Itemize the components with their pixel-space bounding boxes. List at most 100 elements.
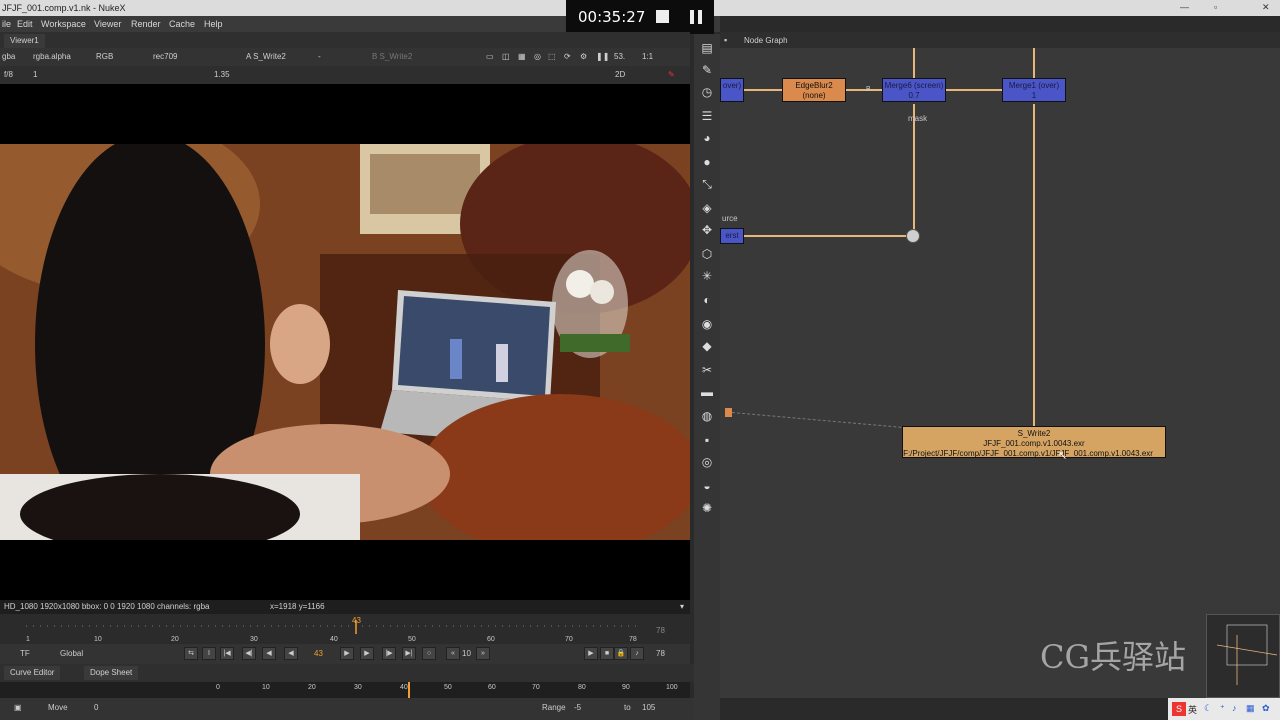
grid-icon[interactable]: ▦: [518, 52, 526, 61]
filter-icon[interactable]: ●: [699, 154, 715, 170]
pause-viewer-icon[interactable]: ❚❚: [596, 52, 609, 61]
node-source[interactable]: erst: [720, 228, 744, 244]
dope-sheet[interactable]: 0 10 20 30 40 50 60 70 80 90 100: [0, 682, 690, 698]
dope-playhead[interactable]: [408, 682, 410, 698]
dot-node[interactable]: [906, 229, 920, 243]
move-select[interactable]: Move: [48, 703, 68, 712]
mic-icon[interactable]: ♪: [1232, 703, 1237, 713]
keyer-icon[interactable]: ⤡: [699, 176, 715, 192]
settings-globe-icon[interactable]: ✺: [699, 500, 715, 516]
range-end-field[interactable]: 105: [642, 703, 655, 712]
first-frame-button[interactable]: |◀: [220, 647, 234, 660]
gamma-value[interactable]: 1.35: [214, 70, 230, 79]
end-frame-field[interactable]: 78: [656, 649, 665, 658]
loop-button[interactable]: ○: [422, 647, 436, 660]
channel-select[interactable]: rgba.alpha: [33, 52, 71, 61]
pen-icon[interactable]: ✎: [668, 70, 675, 79]
menu-render[interactable]: Render: [131, 19, 161, 29]
color-icon[interactable]: ◕: [699, 130, 715, 146]
view-mode-select[interactable]: 2D: [615, 70, 625, 79]
node-small[interactable]: [725, 408, 732, 417]
pause-icon[interactable]: [690, 10, 694, 24]
node-edgeblur2[interactable]: EdgeBlur2 (none): [782, 78, 846, 102]
current-frame-field[interactable]: 43: [314, 649, 323, 658]
merge-icon[interactable]: ◈: [699, 200, 715, 216]
input-a-operation[interactable]: -: [318, 52, 321, 61]
tab-viewer1[interactable]: Viewer1: [4, 34, 45, 48]
viewer-canvas[interactable]: [0, 84, 690, 600]
image-icon[interactable]: ▤: [699, 40, 715, 56]
ime-logo-icon[interactable]: S: [1172, 702, 1186, 716]
record-icon[interactable]: ■: [600, 647, 614, 660]
tab-curve-editor[interactable]: Curve Editor: [4, 666, 61, 680]
overlay-icon[interactable]: ◎: [534, 52, 541, 61]
metadata-icon[interactable]: ◆: [699, 338, 715, 354]
node-over[interactable]: over): [720, 78, 744, 102]
menu-cache[interactable]: Cache: [169, 19, 195, 29]
in-point-button[interactable]: I: [202, 647, 216, 660]
fstop-value[interactable]: f/8: [4, 70, 13, 79]
lock-icon[interactable]: 🔒: [614, 647, 628, 660]
move-value[interactable]: 0: [94, 703, 98, 712]
skin-icon[interactable]: ✿: [1262, 703, 1270, 714]
zoom-value[interactable]: 53.: [614, 52, 625, 61]
3d-icon[interactable]: ⬡: [699, 246, 715, 262]
playback-mode-icon[interactable]: ▶: [584, 647, 598, 660]
toolsets-icon[interactable]: ✂: [699, 362, 715, 378]
roi-icon[interactable]: ▭: [486, 52, 494, 61]
increment-field[interactable]: 10: [462, 649, 471, 658]
chevron-down-icon[interactable]: ▾: [680, 602, 684, 611]
stop-icon[interactable]: [656, 10, 669, 23]
skip-forward-button[interactable]: »: [476, 647, 490, 660]
range-start-field[interactable]: -5: [574, 703, 581, 712]
furnace-icon[interactable]: ◍: [699, 408, 715, 424]
keyboard-icon[interactable]: ▦: [1246, 703, 1255, 714]
node-graph-minimap[interactable]: [1206, 614, 1280, 698]
step-forward-button[interactable]: ▶: [360, 647, 374, 660]
input-a-select[interactable]: A S_Write2: [246, 52, 286, 61]
transform-icon[interactable]: ✥: [699, 222, 715, 238]
node-s-write2[interactable]: S_Write2 JFJF_001.comp.v1.0043.exr F:/Pr…: [902, 426, 1166, 458]
channel-layer-select[interactable]: gba: [2, 52, 15, 61]
menu-workspace[interactable]: Workspace: [41, 19, 86, 29]
draw-icon[interactable]: ✎: [699, 62, 715, 78]
pane-menu-icon[interactable]: ▪: [724, 35, 727, 45]
minimize-button[interactable]: —: [1180, 2, 1189, 12]
settings-icon[interactable]: ⚙: [580, 52, 587, 61]
last-frame-button[interactable]: ▶|: [402, 647, 416, 660]
ime-language[interactable]: 英: [1188, 703, 1197, 716]
lut-select[interactable]: rec709: [153, 52, 177, 61]
frame-icon[interactable]: ▣: [14, 703, 22, 712]
menu-file[interactable]: ile: [2, 19, 11, 29]
menu-edit[interactable]: Edit: [17, 19, 33, 29]
particles-icon[interactable]: ✳: [699, 268, 715, 284]
time-icon[interactable]: ◷: [699, 84, 715, 100]
tf-select[interactable]: TF: [20, 649, 30, 658]
plugin-icon[interactable]: ▪: [699, 432, 715, 448]
menu-help[interactable]: Help: [204, 19, 223, 29]
input-b-select[interactable]: B S_Write2: [372, 52, 412, 61]
timeline[interactable]: 43 1 10 20 30 40 50 60 70 78 78: [0, 614, 690, 644]
moon-icon[interactable]: ☾: [1204, 703, 1212, 714]
ratio-value[interactable]: 1:1: [642, 52, 653, 61]
refresh-icon[interactable]: ⟳: [564, 52, 571, 61]
channel-icon[interactable]: ☰: [699, 108, 715, 124]
views-icon[interactable]: ◉: [699, 316, 715, 332]
next-keyframe-button[interactable]: |▶: [382, 647, 396, 660]
menu-viewer[interactable]: Viewer: [94, 19, 121, 29]
punctuation-icon[interactable]: ⁺: [1220, 703, 1225, 714]
close-button[interactable]: ✕: [1262, 2, 1270, 13]
node-merge6[interactable]: Merge6 (screen) 0.7: [882, 78, 946, 102]
step-back-button[interactable]: ◀: [262, 647, 276, 660]
clip-icon[interactable]: ◫: [502, 52, 510, 61]
tab-node-graph[interactable]: Node Graph: [738, 34, 794, 48]
skip-back-button[interactable]: «: [446, 647, 460, 660]
node-graph-panel[interactable]: [720, 32, 1280, 698]
other-icon[interactable]: ▬: [699, 384, 715, 400]
deep-icon[interactable]: ◐: [699, 292, 715, 308]
tab-dope-sheet[interactable]: Dope Sheet: [84, 666, 139, 680]
sound-icon[interactable]: ♪: [630, 647, 644, 660]
region-icon[interactable]: ⬚: [548, 52, 556, 61]
exposure-value[interactable]: 1: [33, 70, 37, 79]
ocula-icon[interactable]: ◎: [699, 454, 715, 470]
